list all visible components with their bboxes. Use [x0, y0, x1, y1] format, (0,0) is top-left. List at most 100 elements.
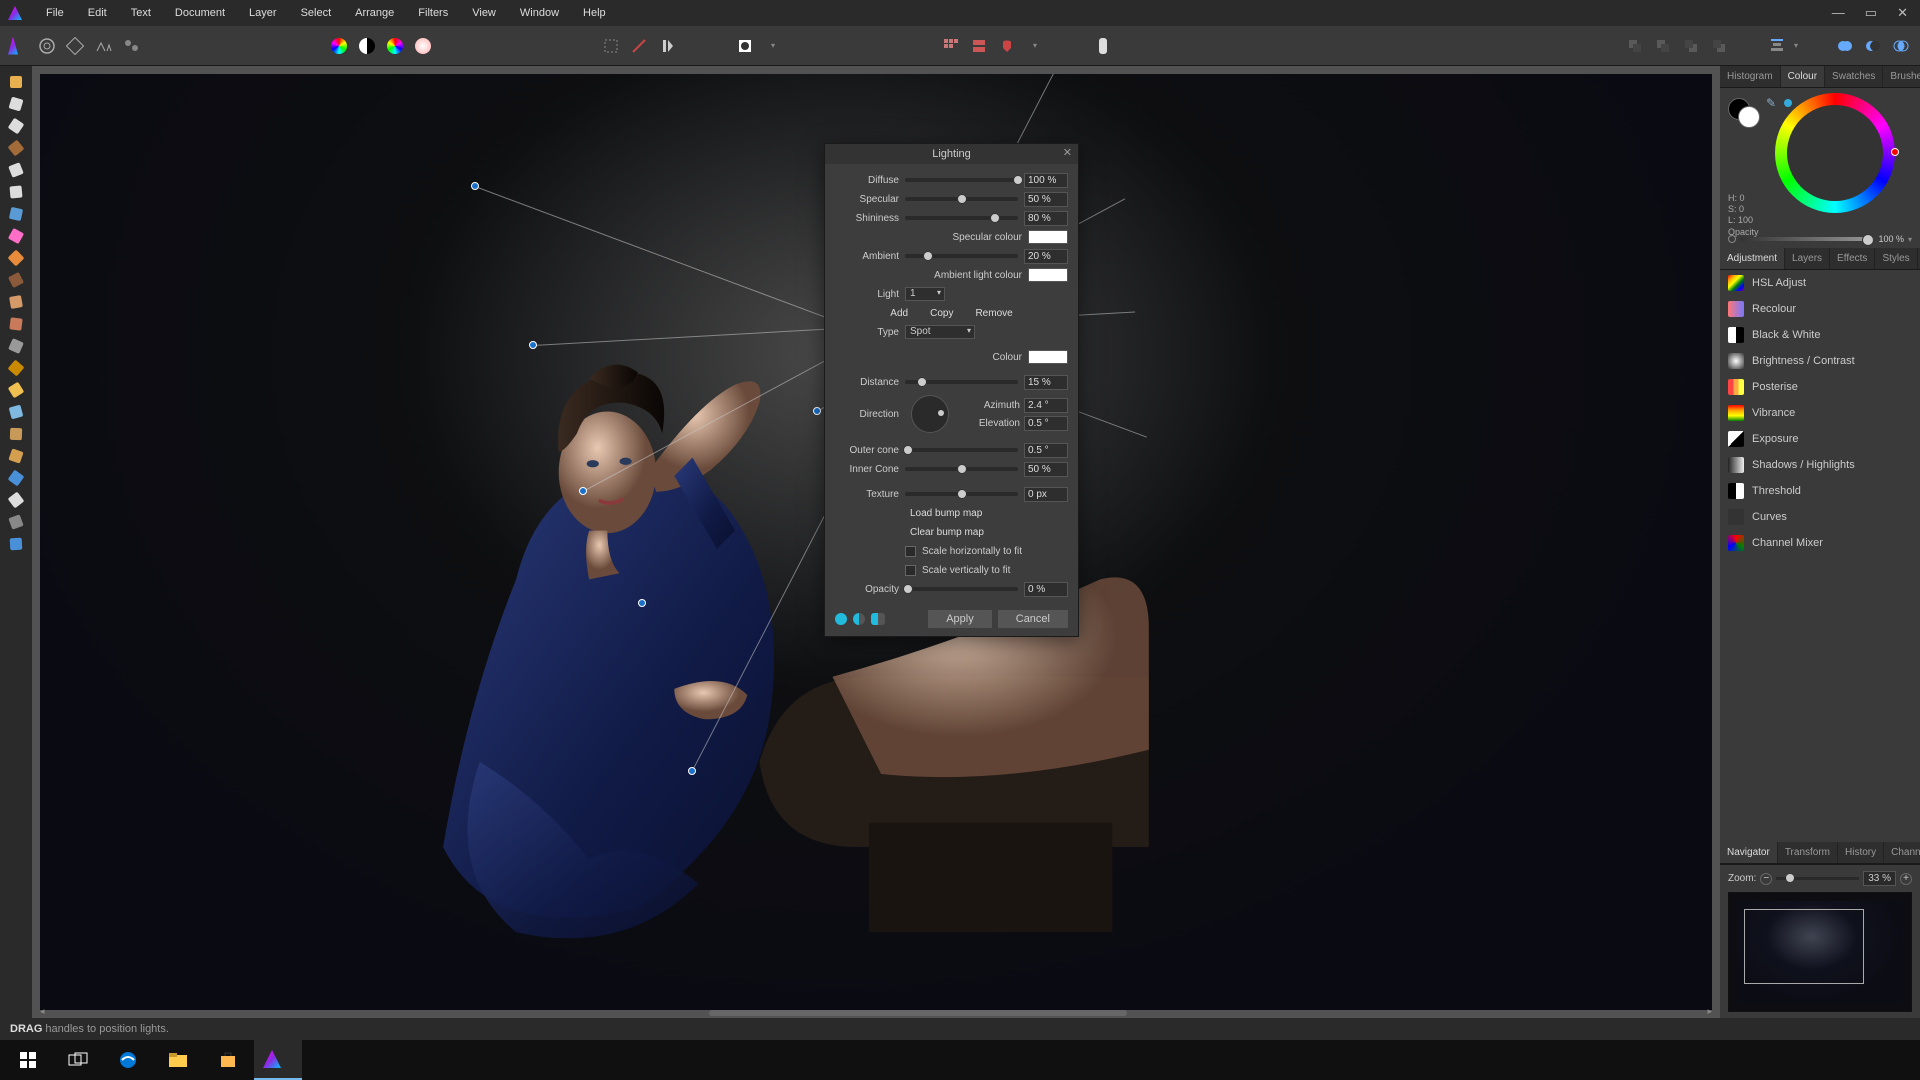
magic-wand-tool[interactable] [4, 160, 28, 180]
zoom-value[interactable]: 33 % [1863, 871, 1896, 886]
apply-button[interactable]: Apply [928, 610, 992, 628]
direction-pad[interactable] [911, 395, 949, 433]
affinity-taskbar-icon[interactable] [254, 1040, 302, 1080]
healing-tool[interactable] [4, 314, 28, 334]
light-handle[interactable] [813, 407, 821, 415]
assistant-icon[interactable] [1092, 35, 1114, 57]
tab-histogram[interactable]: Histogram [1720, 66, 1781, 87]
persona-develop-icon[interactable] [64, 35, 86, 57]
menu-filters[interactable]: Filters [406, 3, 460, 23]
shininess-value[interactable]: 80 % [1024, 211, 1068, 226]
tab-colour[interactable]: Colour [1781, 66, 1825, 87]
file-explorer-icon[interactable] [154, 1040, 202, 1080]
adjustment-vibrance[interactable]: Vibrance [1720, 400, 1920, 426]
snap-guides-icon[interactable] [968, 35, 990, 57]
selection-mode3-icon[interactable] [656, 35, 678, 57]
menu-document[interactable]: Document [163, 3, 237, 23]
tab-transform[interactable]: Transform [1778, 842, 1838, 863]
close-button[interactable]: ✕ [1893, 3, 1912, 23]
persona-export-icon[interactable] [120, 35, 142, 57]
tab-layers[interactable]: Layers [1785, 248, 1830, 269]
preview-mode1-icon[interactable] [835, 613, 847, 625]
boolean-add-icon[interactable] [1834, 35, 1856, 57]
align-icon[interactable] [1766, 35, 1788, 57]
clone-tool[interactable] [4, 270, 28, 290]
rectangle-tool[interactable] [4, 468, 28, 488]
dialog-opacity-value[interactable]: 0 % [1024, 582, 1068, 597]
texture-slider[interactable] [905, 492, 1018, 496]
type-select[interactable]: Spot [905, 325, 975, 339]
adjustment-black-white[interactable]: Black & White [1720, 322, 1920, 348]
color-reset-icon[interactable] [1784, 99, 1792, 107]
ambient-value[interactable]: 20 % [1024, 249, 1068, 264]
dialog-opacity-slider[interactable] [905, 587, 1018, 591]
azimuth-value[interactable]: 2.4 ° [1024, 398, 1068, 413]
ambient-colour-swatch[interactable] [1028, 268, 1068, 282]
adjustment-curves[interactable]: Curves [1720, 504, 1920, 530]
specular-slider[interactable] [905, 197, 1018, 201]
move-tool[interactable] [4, 94, 28, 114]
blur-tool[interactable] [4, 336, 28, 356]
zoom-out-button[interactable]: − [1760, 873, 1772, 885]
swatch3-icon[interactable] [384, 35, 406, 57]
adjustment-brightness-contrast[interactable]: Brightness / Contrast [1720, 348, 1920, 374]
adjustment-recolour[interactable]: Recolour [1720, 296, 1920, 322]
diffuse-slider[interactable] [905, 178, 1018, 182]
menu-help[interactable]: Help [571, 3, 618, 23]
zoom-slider[interactable] [1776, 877, 1859, 880]
opacity-slider[interactable] [1740, 237, 1874, 241]
snap-dropdown-icon[interactable]: ▾ [1024, 35, 1046, 57]
mesh-tool[interactable] [4, 512, 28, 532]
adjustment-posterise[interactable]: Posterise [1720, 374, 1920, 400]
zoom-tool[interactable] [4, 534, 28, 554]
selection-mode1-icon[interactable] [600, 35, 622, 57]
tab-styles[interactable]: Styles [1875, 248, 1917, 269]
eyedropper-icon[interactable]: ✎ [1766, 96, 1776, 110]
distance-value[interactable]: 15 % [1024, 375, 1068, 390]
shininess-slider[interactable] [905, 216, 1018, 220]
marquee-tool[interactable] [4, 182, 28, 202]
smudge-tool[interactable] [4, 402, 28, 422]
outer-cone-value[interactable]: 0.5 ° [1024, 443, 1068, 458]
text-tool[interactable] [4, 490, 28, 510]
menu-text[interactable]: Text [119, 3, 163, 23]
brush-tool[interactable] [4, 138, 28, 158]
light-colour-swatch[interactable] [1028, 350, 1068, 364]
light-handle[interactable] [688, 767, 696, 775]
swatch2-icon[interactable] [356, 35, 378, 57]
minimize-button[interactable]: — [1828, 3, 1849, 23]
gradient-tool[interactable] [4, 226, 28, 246]
light-handle[interactable] [638, 599, 646, 607]
menu-view[interactable]: View [460, 3, 508, 23]
tab-history[interactable]: History [1838, 842, 1884, 863]
zoom-in-button[interactable]: + [1900, 873, 1912, 885]
start-button[interactable] [4, 1040, 52, 1080]
arrange-back-icon[interactable] [1624, 35, 1646, 57]
burn-tool[interactable] [4, 358, 28, 378]
specular-colour-swatch[interactable] [1028, 230, 1068, 244]
swatch4-icon[interactable] [412, 35, 434, 57]
task-view-button[interactable] [54, 1040, 102, 1080]
preview-mode2-icon[interactable] [853, 613, 865, 625]
light-select[interactable]: 1 [905, 287, 945, 301]
adjustment-exposure[interactable]: Exposure [1720, 426, 1920, 452]
arrange-front-icon[interactable] [1708, 35, 1730, 57]
eraser-tool[interactable] [4, 292, 28, 312]
menu-window[interactable]: Window [508, 3, 571, 23]
persona-photo-icon[interactable] [8, 35, 30, 57]
tab-adjustment[interactable]: Adjustment [1720, 248, 1785, 269]
outer-cone-slider[interactable] [905, 448, 1018, 452]
arrange-backward-icon[interactable] [1652, 35, 1674, 57]
menu-file[interactable]: File [34, 3, 76, 23]
add-light-button[interactable]: Add [885, 306, 913, 321]
adjustment-shadows-highlights[interactable]: Shadows / Highlights [1720, 452, 1920, 478]
sponge-tool[interactable] [4, 424, 28, 444]
dodge-tool[interactable] [4, 380, 28, 400]
texture-value[interactable]: 0 px [1024, 487, 1068, 502]
persona-liquify-icon[interactable] [36, 35, 58, 57]
maximize-button[interactable]: ▭ [1861, 3, 1881, 23]
tab-effects[interactable]: Effects [1830, 248, 1875, 269]
specular-value[interactable]: 50 % [1024, 192, 1068, 207]
scale-v-checkbox[interactable] [905, 565, 916, 576]
horizontal-scrollbar[interactable]: ◂ ▸ [40, 1008, 1712, 1018]
